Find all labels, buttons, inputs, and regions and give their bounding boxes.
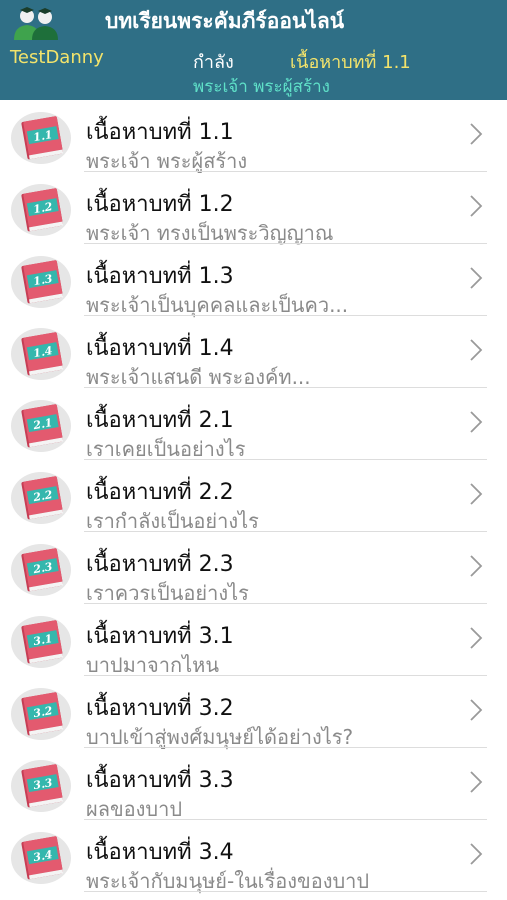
lesson-title: เนื้อหาบทที่ 2.1	[86, 408, 234, 433]
lesson-item[interactable]: 2.1 เนื้อหาบทที่ 2.1 เราเคยเป็นอย่างไร	[0, 388, 507, 461]
app-header: บทเรียนพระคัมภีร์ออนไลน์ TestDanny กำลัง…	[0, 0, 507, 100]
lesson-title: เนื้อหาบทที่ 2.2	[86, 480, 234, 505]
book-icon: 2.3	[11, 544, 71, 596]
divider	[84, 891, 487, 892]
lesson-title: เนื้อหาบทที่ 3.2	[86, 696, 234, 721]
chevron-right-icon	[470, 771, 483, 793]
lesson-item[interactable]: 2.3 เนื้อหาบทที่ 2.3 เราควรเป็นอย่างไร	[0, 532, 507, 605]
book-icon: 3.3	[11, 760, 71, 812]
book-icon: 3.2	[11, 688, 71, 740]
lesson-title: เนื้อหาบทที่ 3.4	[86, 840, 234, 865]
lesson-title: เนื้อหาบทที่ 1.3	[86, 264, 234, 289]
lesson-subtitle: พระเจ้ากับมนุษย์-ในเรื่องของบาป	[86, 869, 370, 893]
book-icon: 1.2	[11, 184, 71, 236]
lesson-item[interactable]: 2.2 เนื้อหาบทที่ 2.2 เรากำลังเป็นอย่างไร	[0, 460, 507, 533]
current-lesson[interactable]: เนื้อหาบทที่ 1.1	[290, 47, 411, 76]
current-topic[interactable]: พระเจ้า พระผู้สร้าง	[193, 73, 330, 100]
lesson-item[interactable]: 1.4 เนื้อหาบทที่ 1.4 พระเจ้าแสนดี พระองค…	[0, 316, 507, 389]
app-title: บทเรียนพระคัมภีร์ออนไลน์	[105, 9, 345, 33]
two-people-icon	[14, 7, 58, 40]
lesson-item[interactable]: 3.3 เนื้อหาบทที่ 3.3 ผลของบาป	[0, 748, 507, 821]
chevron-right-icon	[470, 843, 483, 865]
lesson-title: เนื้อหาบทที่ 1.4	[86, 336, 234, 361]
lesson-title: เนื้อหาบทที่ 1.1	[86, 120, 234, 145]
book-icon: 3.1	[11, 616, 71, 668]
book-icon: 2.1	[11, 400, 71, 452]
lesson-list: 1.1 เนื้อหาบทที่ 1.1 พระเจ้า พระผู้สร้าง…	[0, 100, 507, 893]
chevron-right-icon	[470, 627, 483, 649]
book-icon: 3.4	[11, 832, 71, 884]
lesson-title: เนื้อหาบทที่ 2.3	[86, 552, 234, 577]
lesson-item[interactable]: 1.2 เนื้อหาบทที่ 1.2 พระเจ้า ทรงเป็นพระว…	[0, 172, 507, 245]
lesson-title: เนื้อหาบทที่ 3.1	[86, 624, 234, 649]
book-icon: 2.2	[11, 472, 71, 524]
lesson-item[interactable]: 1.1 เนื้อหาบทที่ 1.1 พระเจ้า พระผู้สร้าง	[0, 100, 507, 173]
chevron-right-icon	[470, 555, 483, 577]
chevron-right-icon	[470, 339, 483, 361]
status-label: กำลัง	[193, 52, 234, 73]
chevron-right-icon	[470, 195, 483, 217]
chevron-right-icon	[470, 483, 483, 505]
user-name: TestDanny	[10, 47, 104, 68]
chevron-right-icon	[470, 267, 483, 289]
lesson-item[interactable]: 3.1 เนื้อหาบทที่ 3.1 บาปมาจากไหน	[0, 604, 507, 677]
lesson-item[interactable]: 3.2 เนื้อหาบทที่ 3.2 บาปเข้าสู่พงศ์มนุษย…	[0, 676, 507, 749]
lesson-title: เนื้อหาบทที่ 1.2	[86, 192, 234, 217]
chevron-right-icon	[470, 411, 483, 433]
lesson-item[interactable]: 1.3 เนื้อหาบทที่ 1.3 พระเจ้าเป็นบุคคลและ…	[0, 244, 507, 317]
book-icon: 1.3	[11, 256, 71, 308]
lesson-title: เนื้อหาบทที่ 3.3	[86, 768, 234, 793]
book-icon: 1.1	[11, 112, 71, 164]
chevron-right-icon	[470, 123, 483, 145]
book-icon: 1.4	[11, 328, 71, 380]
chevron-right-icon	[470, 699, 483, 721]
lesson-item[interactable]: 3.4 เนื้อหาบทที่ 3.4 พระเจ้ากับมนุษย์-ใน…	[0, 820, 507, 893]
